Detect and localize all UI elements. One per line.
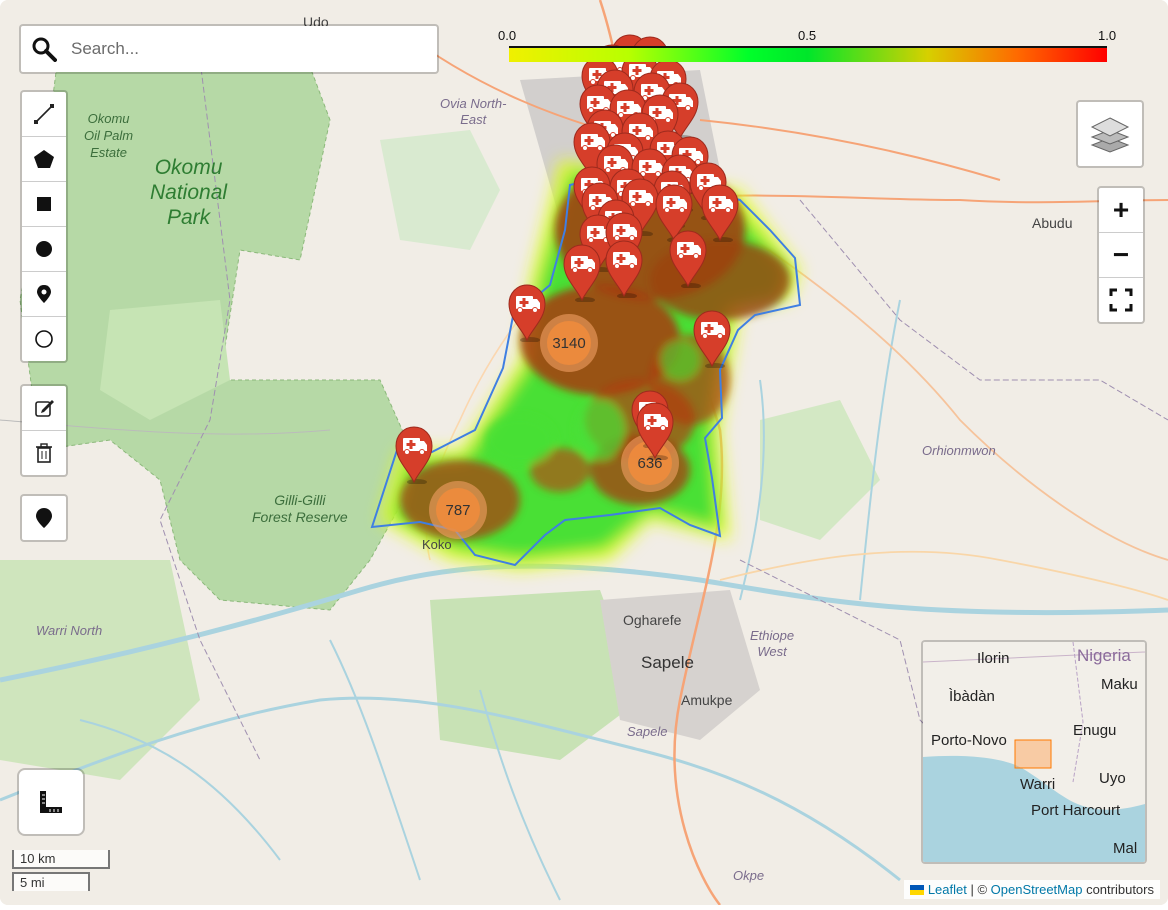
ambulance-icon [395,426,433,485]
ambulance-marker[interactable] [603,238,645,299]
minimap-label-uyo: Uyo [1099,770,1126,787]
ambulance-marker[interactable] [667,228,709,289]
legend-min: 0.0 [498,28,517,43]
draw-circlemarker-button[interactable] [22,317,66,361]
zoom-control: + − [1097,186,1145,324]
leaflet-link[interactable]: Leaflet [928,882,967,897]
layers-control-button[interactable] [1076,100,1144,168]
polygon-icon [34,150,54,168]
ambulance-icon [636,402,674,461]
search-box [19,24,439,74]
ambulance-icon [508,284,546,343]
draw-polyline-button[interactable] [22,92,66,137]
edit-icon [35,400,54,417]
ambulance-marker[interactable] [393,424,435,485]
cluster-count: 787 [445,501,471,519]
scale-km: 10 km [12,850,110,869]
marker-icon [37,285,51,303]
minimap-label-nigeria: Nigeria [1077,646,1131,665]
ruler-icon [40,791,62,813]
draw-circle-button[interactable] [22,227,66,272]
cluster-count: 3140 [552,334,586,352]
draw-polygon-button[interactable] [22,137,66,182]
ambulance-icon [693,310,731,369]
draw-toolbar [20,90,68,363]
edit-toolbar [20,384,68,477]
minimap[interactable]: Ilorin Nigeria Maku Ìbàdàn Porto-Novo En… [921,640,1147,864]
attribution-suffix: contributors [1082,882,1154,897]
map-canvas[interactable]: Udo Okomu Oil Palm Estate Okomu National… [0,0,1168,905]
minimap-label-port-harcourt: Port Harcourt [1031,802,1121,819]
marker-cluster[interactable]: 787 [429,481,487,539]
circlemarker-icon [35,330,53,348]
edit-layers-button[interactable] [22,386,66,431]
ambulance-icon [669,230,707,289]
ambulance-marker[interactable] [634,400,676,461]
osm-link[interactable]: OpenStreetMap [991,882,1083,897]
circle-icon [36,241,52,257]
draw-rectangle-button[interactable] [22,182,66,227]
search-input[interactable] [69,34,429,64]
minimap-label-makurdi: Maku [1101,676,1138,693]
locate-control[interactable] [22,496,66,540]
fullscreen-icon [1109,288,1133,312]
ukraine-flag-icon [910,885,925,895]
ambulance-marker[interactable] [691,308,733,369]
ambulance-marker[interactable] [506,282,548,343]
search-icon[interactable] [31,36,57,62]
zoom-out-button[interactable]: − [1099,233,1143,278]
minimap-label-mal: Mal [1113,840,1138,857]
legend-gradient [509,46,1107,62]
layers-icon [1090,117,1130,153]
minimap-label-ilorin: Ilorin [977,650,1010,667]
marker-cluster[interactable]: 3140 [540,314,598,372]
ambulance-marker[interactable] [561,242,603,303]
minimap-tiles [923,642,1145,862]
ambulance-icon [605,240,643,299]
attribution: Leaflet | © OpenStreetMap contributors [904,880,1160,899]
heatmap-legend: 0.0 0.5 1.0 [495,28,1125,68]
scale-mi: 5 mi [12,872,90,891]
draw-marker-button[interactable] [22,272,66,317]
legend-mid: 0.5 [798,28,817,43]
delete-layers-button[interactable] [22,431,66,475]
minimap-label-ibadan: Ìbàdàn [949,688,995,705]
ambulance-icon [563,244,601,303]
minimap-label-porto-novo: Porto-Novo [931,732,1007,749]
attribution-separator: | © [966,882,991,897]
minimap-label-warri: Warri [1020,776,1056,793]
minimap-label-enugu: Enugu [1073,722,1117,739]
measure-button[interactable] [17,768,85,836]
zoom-in-button[interactable]: + [1099,188,1143,233]
locate-button[interactable] [20,494,68,542]
polyline-icon [34,104,54,124]
rectangle-icon [37,197,51,211]
legend-max: 1.0 [1098,28,1117,43]
location-pin-icon [36,508,52,528]
trash-icon [36,443,52,463]
fullscreen-button[interactable] [1099,278,1143,322]
